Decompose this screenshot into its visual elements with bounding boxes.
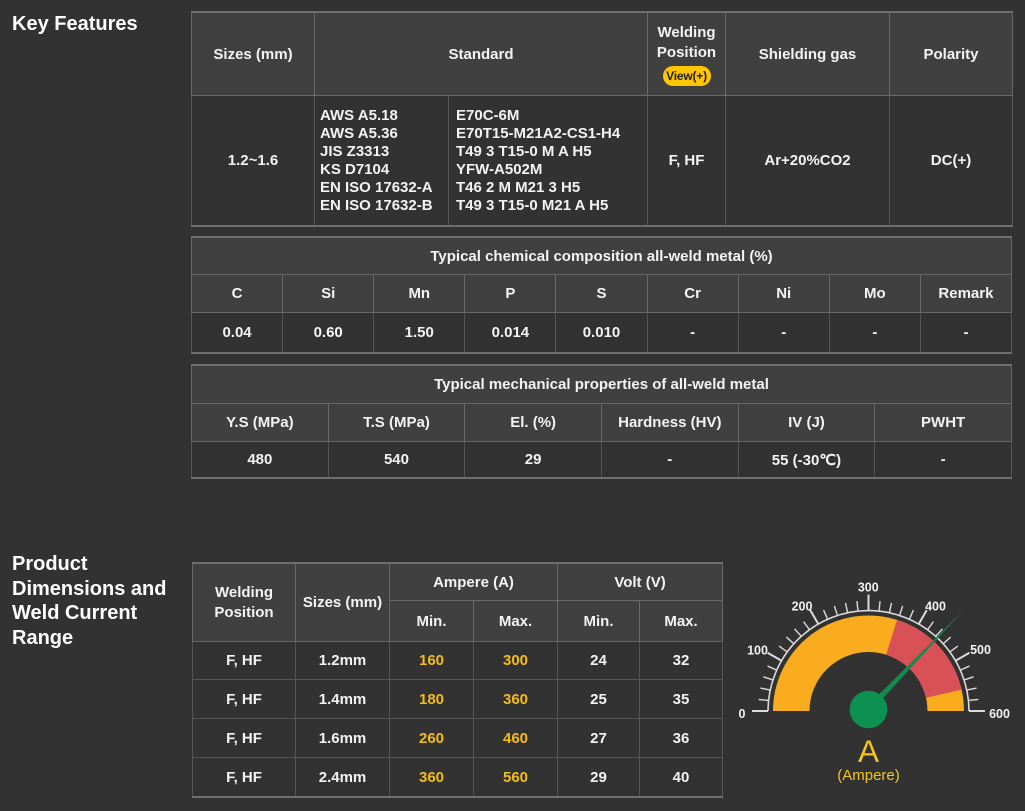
svg-text:600: 600 (989, 707, 1010, 721)
svg-text:(Ampere): (Ampere) (837, 767, 900, 784)
svg-text:200: 200 (792, 600, 813, 614)
svg-text:400: 400 (925, 600, 946, 614)
svg-text:100: 100 (747, 644, 768, 658)
svg-text:A: A (858, 733, 879, 769)
svg-text:500: 500 (970, 643, 991, 657)
svg-text:0: 0 (739, 707, 746, 721)
svg-text:300: 300 (858, 581, 879, 595)
